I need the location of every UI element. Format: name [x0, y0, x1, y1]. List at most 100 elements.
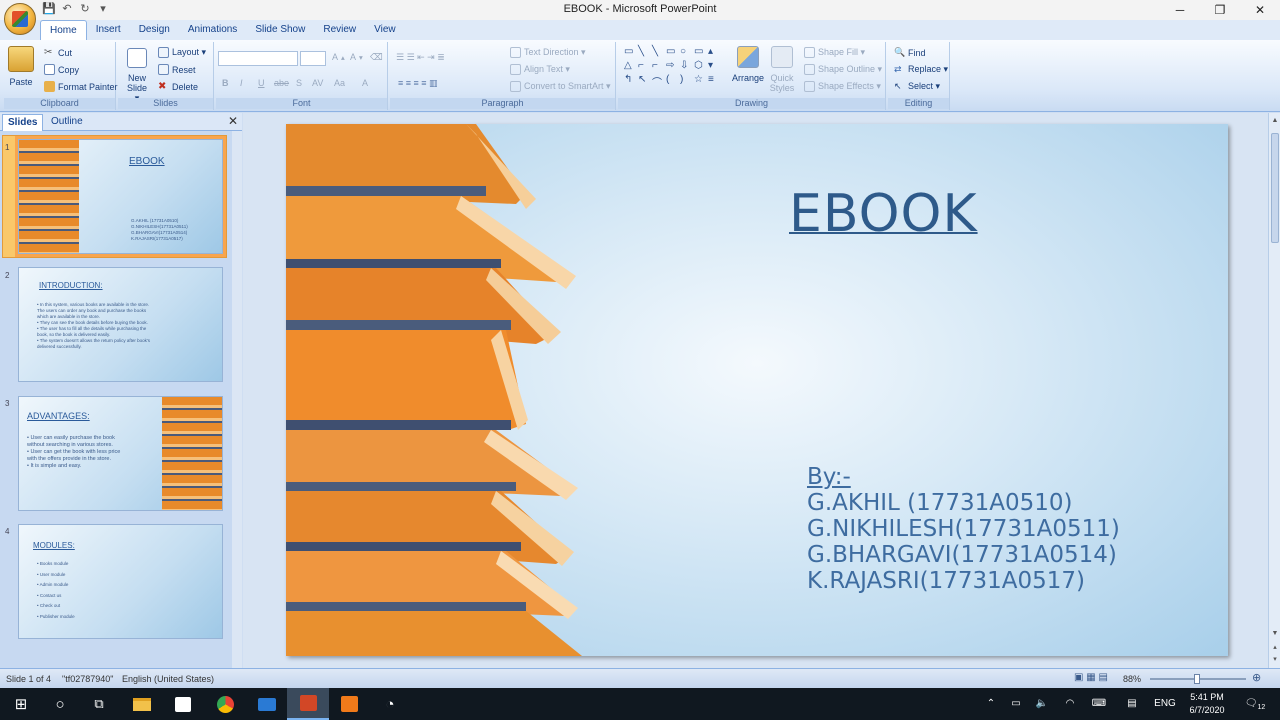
tab-insert[interactable]: Insert — [87, 20, 130, 40]
replace-button[interactable]: ⇄ Replace ▾ — [894, 64, 948, 75]
slide-thumbnail-3[interactable]: ADVANTAGES: • User can easily purchase t… — [18, 396, 223, 511]
books-image — [162, 397, 222, 510]
tray-overflow-icon[interactable]: ⌃ — [982, 688, 1000, 720]
fit-window-icon[interactable]: ⊕ — [1252, 671, 1261, 684]
change-case-button[interactable]: Aa — [334, 78, 345, 88]
tab-view[interactable]: View — [365, 20, 405, 40]
volume-icon[interactable]: 🔈 — [1032, 688, 1052, 720]
scroll-down-icon[interactable]: ▼ — [1269, 628, 1280, 640]
shape-outline-button[interactable]: Shape Outline ▾ — [804, 64, 882, 75]
tab-review[interactable]: Review — [314, 20, 365, 40]
font-color-button[interactable]: A — [362, 78, 368, 88]
view-buttons[interactable]: ▣ ▦ ▤ — [1074, 672, 1108, 683]
slide-canvas[interactable]: EBOOK By:- G.AKHIL (17731A0510) G.NIKHIL… — [286, 124, 1228, 656]
authors-textbox[interactable]: By:- G.AKHIL (17731A0510) G.NIKHILESH(17… — [807, 464, 1120, 594]
tab-outline[interactable]: Outline — [46, 114, 88, 131]
select-button[interactable]: ↖ Select ▾ — [894, 81, 940, 92]
scissors-icon: ✂ — [44, 47, 53, 58]
tab-slides[interactable]: Slides — [2, 114, 44, 131]
replace-icon: ⇄ — [894, 64, 902, 74]
copy-button[interactable]: Copy — [44, 64, 79, 75]
powerpoint-taskbar-icon[interactable] — [287, 688, 329, 720]
zoom-slider[interactable] — [1150, 674, 1246, 684]
bold-button[interactable]: B — [222, 78, 229, 88]
text-direction-button[interactable]: Text Direction ▾ — [510, 47, 586, 58]
slide-number: 2 — [5, 271, 10, 280]
scroll-up-icon[interactable]: ▲ — [1269, 115, 1280, 127]
strikethrough-button[interactable]: abe — [274, 78, 289, 88]
reset-icon — [158, 64, 169, 75]
quick-styles-button[interactable]: Quick Styles — [768, 46, 796, 93]
tab-slide-show[interactable]: Slide Show — [246, 20, 314, 40]
scroll-thumb[interactable] — [1271, 133, 1279, 243]
clear-format-icon[interactable]: ⌫ — [370, 52, 383, 63]
format-painter-button[interactable]: Format Painter — [44, 81, 118, 92]
zoom-level[interactable]: 88% — [1123, 674, 1141, 684]
zoom-slider-knob[interactable] — [1194, 674, 1200, 684]
title-bar: 💾 ↶ ↻ ▾ EBOOK - Microsoft PowerPoint ─ ❐… — [0, 0, 1280, 20]
minimize-button[interactable]: ─ — [1160, 0, 1200, 20]
cut-button[interactable]: ✂ Cut — [44, 47, 72, 58]
app-icon[interactable] — [328, 688, 370, 720]
reset-button[interactable]: Reset — [158, 64, 196, 75]
align-text-button[interactable]: Align Text ▾ — [510, 64, 570, 75]
pen-icon — [804, 64, 815, 75]
arrange-button[interactable]: Arrange — [732, 46, 764, 83]
tablet-mode-icon[interactable]: ▤ — [1122, 688, 1142, 720]
task-view-icon[interactable]: ⧉ — [78, 688, 120, 720]
align-icons[interactable]: ≡ ≡ ≡ ≡ ▥ — [398, 78, 438, 89]
window-title: EBOOK - Microsoft PowerPoint — [563, 3, 717, 15]
shrink-font-button[interactable]: A ▾ — [350, 52, 363, 62]
slide-thumbnail-2[interactable]: INTRODUCTION: • In this system, various … — [18, 267, 223, 382]
shape-fill-button[interactable]: Shape Fill ▾ — [804, 47, 865, 58]
char-spacing-button[interactable]: AV — [312, 78, 323, 88]
slide-title[interactable]: EBOOK — [789, 184, 978, 244]
shape-effects-button[interactable]: Shape Effects ▾ — [804, 81, 881, 92]
window-controls: ─ ❐ ✕ — [1160, 0, 1280, 20]
tab-design[interactable]: Design — [130, 20, 179, 40]
italic-button[interactable]: I — [240, 78, 243, 88]
wifi-icon[interactable]: ◠ — [1060, 688, 1080, 720]
clock-app-icon[interactable]: ◔ — [369, 688, 411, 720]
store-icon[interactable] — [162, 688, 204, 720]
pane-tabs: Slides Outline ✕ — [0, 113, 242, 131]
chrome-icon[interactable] — [204, 688, 246, 720]
file-explorer-icon[interactable] — [121, 688, 163, 720]
maximize-button[interactable]: ❐ — [1200, 0, 1240, 20]
slide-scrollbar[interactable]: ▲ ▼ ▴ ▾ — [1268, 113, 1280, 668]
font-size-box[interactable] — [300, 51, 326, 66]
input-language[interactable]: ENG — [1150, 688, 1180, 720]
delete-button[interactable]: ✖ Delete — [158, 81, 198, 92]
language-status[interactable]: English (United States) — [122, 674, 214, 684]
shadow-button[interactable]: S — [296, 78, 302, 88]
taskbar-clock[interactable]: 5:41 PM 6/7/2020 — [1182, 691, 1232, 717]
tab-home[interactable]: Home — [40, 20, 87, 40]
battery-icon[interactable]: ▭ — [1006, 688, 1026, 720]
prev-slide-icon[interactable]: ▴ — [1269, 642, 1280, 654]
tab-animations[interactable]: Animations — [179, 20, 246, 40]
pane-scrollbar[interactable] — [232, 131, 242, 668]
slide-thumbnail-4[interactable]: MODULES: • Books module • User module • … — [18, 524, 223, 639]
next-slide-icon[interactable]: ▾ — [1269, 654, 1280, 666]
bullets-icon[interactable]: ☰ ☰ ⇤ ⇥ ≣ — [396, 52, 445, 63]
delete-icon: ✖ — [158, 81, 167, 92]
grow-font-button[interactable]: A ▴ — [332, 52, 345, 62]
close-pane-icon[interactable]: ✕ — [228, 114, 238, 128]
mail-icon[interactable] — [246, 688, 288, 720]
notifications-icon[interactable]: 🗨12 — [1240, 688, 1270, 720]
keyboard-icon[interactable]: ⌨ — [1088, 688, 1110, 720]
underline-button[interactable]: U — [258, 78, 265, 88]
layout-button[interactable]: Layout ▾ — [158, 47, 206, 58]
paste-button[interactable]: Paste — [8, 46, 34, 87]
slide-thumbnail-1[interactable]: EBOOK G.AKHIL (17731A0510) G.NIKHILESH(1… — [15, 136, 226, 257]
office-button[interactable] — [4, 3, 36, 35]
font-name-box[interactable] — [218, 51, 298, 66]
shapes-gallery[interactable]: ▭ ╲ ╲ ▭ ○ ▭ ▴ △ ⌐ ⌐ ⇨ ⇩ ⬡ ▾ ↰ ↖ ⌒() ☆ ≡ — [624, 46, 722, 89]
close-button[interactable]: ✕ — [1240, 0, 1280, 20]
windows-start-icon[interactable]: ⊞ — [0, 688, 42, 720]
convert-smartart-button[interactable]: Convert to SmartArt ▾ — [510, 81, 611, 92]
paste-icon — [8, 46, 34, 72]
search-icon[interactable]: ○ — [39, 688, 81, 720]
find-button[interactable]: 🔍 Find — [894, 47, 926, 58]
new-slide-button[interactable]: New Slide ▾ — [124, 48, 150, 103]
